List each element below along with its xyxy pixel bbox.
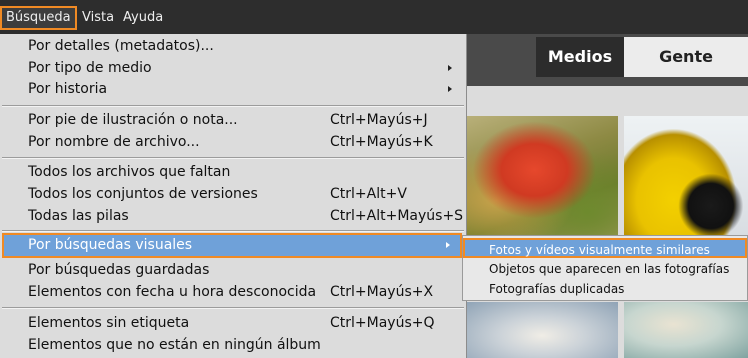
menu-item-label: Por búsquedas visuales xyxy=(28,237,193,253)
menu-item-todas-las-pilas[interactable]: Todas las pilas Ctrl+Alt+Mayús+S xyxy=(2,205,464,227)
menu-item-por-pie-de-ilustracion[interactable]: Por pie de ilustración o nota... Ctrl+Ma… xyxy=(2,109,464,131)
menu-item-shortcut: Ctrl+Alt+V xyxy=(330,186,407,202)
menu-item-label: Todos los archivos que faltan xyxy=(28,164,231,180)
menu-item-label: Elementos con fecha u hora desconocida xyxy=(28,284,317,300)
thumbnail-image[interactable] xyxy=(624,302,748,358)
menu-busqueda[interactable]: Búsqueda xyxy=(0,6,77,30)
thumbnail-image[interactable] xyxy=(466,116,618,236)
menu-item-por-detalles[interactable]: Por detalles (metadatos)... xyxy=(2,35,464,57)
menu-item-shortcut: Ctrl+Mayús+K xyxy=(330,134,433,150)
menu-separator xyxy=(2,307,464,309)
menu-item-label: Por búsquedas guardadas xyxy=(28,262,210,278)
menu-item-label: Por pie de ilustración o nota... xyxy=(28,112,238,128)
menu-separator xyxy=(2,230,464,232)
submenu-item-label: Fotografías duplicadas xyxy=(489,282,625,296)
submenu-item-fotos-similares[interactable]: Fotos y vídeos visualmente similares xyxy=(463,238,747,258)
menu-item-fecha-desconocida[interactable]: Elementos con fecha u hora desconocida C… xyxy=(2,281,464,303)
menu-item-label: Por tipo de medio xyxy=(28,60,152,76)
menu-separator xyxy=(2,157,464,159)
menu-separator xyxy=(2,105,464,107)
thumbnail-image[interactable] xyxy=(624,116,748,236)
menu-item-label: Por historia xyxy=(28,81,108,97)
menu-item-por-tipo-de-medio[interactable]: Por tipo de medio xyxy=(2,57,464,79)
menu-item-busquedas-visuales[interactable]: Por búsquedas visuales xyxy=(2,233,462,258)
menu-item-conjuntos-de-versiones[interactable]: Todos los conjuntos de versiones Ctrl+Al… xyxy=(2,183,464,205)
busquedas-visuales-submenu: Fotos y vídeos visualmente similares Obj… xyxy=(462,235,748,301)
tab-medios[interactable]: Medios xyxy=(536,37,624,77)
thumbnail-image[interactable] xyxy=(466,302,618,358)
menu-vista[interactable]: Vista xyxy=(82,8,114,28)
menu-item-por-nombre-de-archivo[interactable]: Por nombre de archivo... Ctrl+Mayús+K xyxy=(2,131,464,153)
menu-item-busquedas-guardadas[interactable]: Por búsquedas guardadas xyxy=(2,259,464,281)
menu-item-shortcut: Ctrl+Mayús+J xyxy=(330,112,428,128)
submenu-arrow-icon xyxy=(448,65,452,71)
menu-ayuda[interactable]: Ayuda xyxy=(123,8,163,28)
menu-item-sin-etiqueta[interactable]: Elementos sin etiqueta Ctrl+Mayús+Q xyxy=(2,312,464,334)
menu-item-label: Todos los conjuntos de versiones xyxy=(28,186,258,202)
menu-item-sin-album[interactable]: Elementos que no están en ningún álbum xyxy=(2,334,464,356)
menu-bar: Búsqueda Vista Ayuda xyxy=(0,0,748,35)
menu-item-label: Elementos sin etiqueta xyxy=(28,315,190,331)
view-tabs-bar: Medios Gente xyxy=(466,34,748,86)
submenu-arrow-icon xyxy=(446,242,450,248)
menu-item-label: Elementos que no están en ningún álbum xyxy=(28,337,321,353)
menu-item-label: Todas las pilas xyxy=(28,208,129,224)
tab-gente[interactable]: Gente xyxy=(624,37,748,77)
menu-item-label: Por nombre de archivo... xyxy=(28,134,200,150)
submenu-item-objetos[interactable]: Objetos que aparecen en las fotografías xyxy=(463,259,747,279)
submenu-item-label: Objetos que aparecen en las fotografías xyxy=(489,262,730,276)
menu-item-label: Por detalles (metadatos)... xyxy=(28,38,214,54)
submenu-item-duplicadas[interactable]: Fotografías duplicadas xyxy=(463,279,747,299)
submenu-item-label: Fotos y vídeos visualmente similares xyxy=(489,243,710,257)
submenu-arrow-icon xyxy=(448,86,452,92)
menu-item-shortcut: Ctrl+Alt+Mayús+S xyxy=(330,208,464,224)
busqueda-dropdown: Por detalles (metadatos)... Por tipo de … xyxy=(0,34,467,358)
menu-item-shortcut: Ctrl+Mayús+X xyxy=(330,284,434,300)
menu-item-archivos-que-faltan[interactable]: Todos los archivos que faltan xyxy=(2,161,464,183)
menu-item-shortcut: Ctrl+Mayús+Q xyxy=(330,315,435,331)
toolbar-strip xyxy=(466,86,748,116)
menu-item-por-historia[interactable]: Por historia xyxy=(2,78,464,100)
